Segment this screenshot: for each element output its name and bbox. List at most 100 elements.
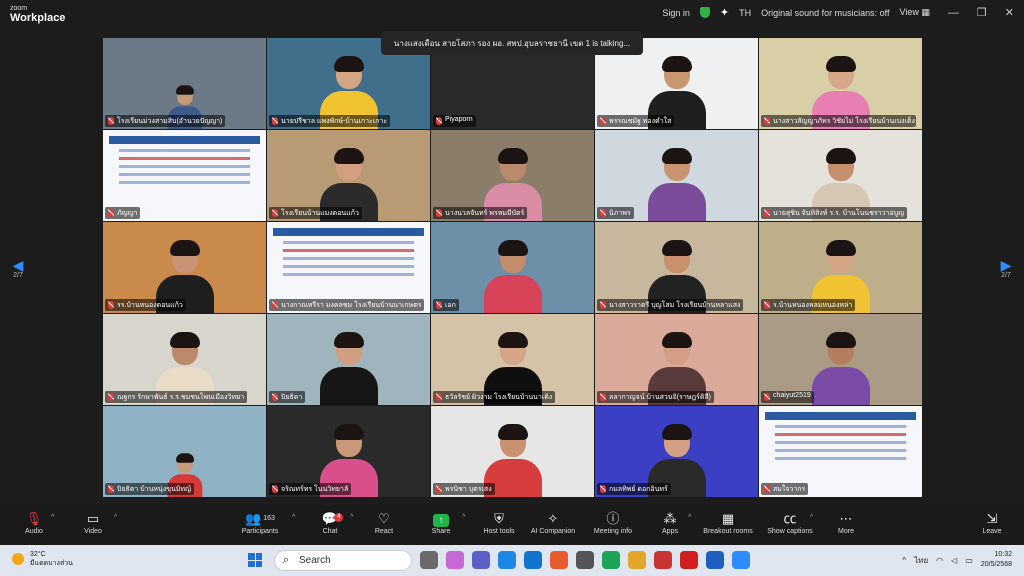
participants-options-caret[interactable]: ^ [292,514,295,521]
audio-button[interactable]: 🎙 Audio [2,510,66,535]
participant-name: นายปรีชาล แพงพักษ์-บ้านเกาะเกาะ [269,115,391,127]
participant-tile[interactable]: ปิยธิดา [267,314,430,405]
participant-name: รร.บ้านหนองดอนแก้ว [105,299,186,311]
store-icon[interactable] [524,551,542,569]
participant-tile[interactable]: นางสาวสัญญาภัทร วิชัยไม่ โรงเรียนบ้านเบง… [759,38,922,129]
participant-tile[interactable]: นางกาณหรีรา มงคลชม โรงเรียนบ้านนาเกษตร [267,222,430,313]
participant-tile[interactable]: ร.บ้านหนองหลมหนองหล่า [759,222,922,313]
security-shield-icon[interactable] [699,7,710,18]
mic-muted-icon [764,209,770,217]
participant-tile[interactable]: นางนวลจันทร์ พรหมมีบัตร์ [431,130,594,221]
react-button[interactable]: ♡ React [352,510,416,535]
acrobat-icon[interactable] [680,551,698,569]
teams-icon[interactable] [472,551,490,569]
participant-tile[interactable]: ปิยธิดา บ้านหนุ่งขุนมิทญ์ [103,406,266,497]
more-dots-icon: ⋯ [839,511,853,526]
apps-icon: ⁂ [663,511,677,526]
audio-options-caret[interactable]: ^ [51,514,54,521]
participant-tile[interactable]: นางสาวราตรี บุญโสม โรงเรียนบ้านหลาแสง [595,222,758,313]
participant-tile[interactable]: ลลากาญจน์ บ้านสวนจิ(ราษฎร์ดิลี) [595,314,758,405]
word-icon[interactable] [706,551,724,569]
participant-name: โรงเรียนบ้านแมงดอนแก้ว [269,207,362,219]
grid-view-icon: ▦ [921,7,930,17]
powerpoint-icon[interactable] [654,551,672,569]
battery-icon[interactable]: ▭ [965,556,973,565]
mic-muted-icon [764,485,770,493]
captions-options-caret[interactable]: ^ [810,514,813,521]
ai-sparkle-icon[interactable]: ✦ [720,6,729,19]
video-options-caret[interactable]: ^ [114,514,117,521]
participant-name: ณฐกร รักษาพันธ์ ร.ร.ชมชนโพนเมืองวิทยา [105,391,248,403]
participant-name: ธวัลรัชย์ ผิวงาม โรงเรียนบ้านนาเติง [433,391,556,403]
view-button[interactable]: View ▦ [900,7,930,18]
participant-name: chaiyut2519 [761,391,814,403]
participant-tile[interactable]: chaiyut2519 [759,314,922,405]
participants-button[interactable]: 👥 163 Participants [228,510,292,535]
participant-tile[interactable]: โรงเรียนบ้านแมงดอนแก้ว [267,130,430,221]
apps-options-caret[interactable]: ^ [688,514,691,521]
language-indicator[interactable]: TH [739,8,751,18]
participant-name: นิภาพร [597,207,634,219]
more-button[interactable]: ⋯ More [814,510,878,535]
participant-tile[interactable]: พรนิชา บุตรเสง [431,406,594,497]
participant-tile[interactable]: รร.บ้านหนองดอนแก้ว [103,222,266,313]
meeting-info-button[interactable]: ⓘ Meeting info [581,510,645,535]
zoom-icon[interactable] [732,551,750,569]
volume-icon[interactable]: ◁ [951,556,957,565]
apps-button[interactable]: ⁂ Apps [638,510,702,535]
weather-widget[interactable]: 32°C มีแดดบางส่วน [12,550,73,568]
participant-tile[interactable]: ภัญญา [103,130,266,221]
original-sound-status[interactable]: Original sound for musicians: off [761,8,889,18]
participant-tile[interactable]: นิภาพร [595,130,758,221]
partly-sunny-icon [12,553,24,565]
office-icon[interactable] [550,551,568,569]
windows-start-icon[interactable] [248,553,262,567]
taskbar-apps [420,551,750,569]
participant-tile[interactable]: นายสุชิน จันทิสิงห์ ร.ร. บ้านโนนชราวาอบู… [759,130,922,221]
participant-name: นางสาวสัญญาภัทร วิชัยไม่ โรงเรียนบ้านเบง… [761,115,916,127]
participant-tile[interactable]: เอก [431,222,594,313]
breakout-rooms-button[interactable]: ▦ Breakout rooms [696,510,760,535]
restore-icon[interactable]: ❐ [977,6,987,19]
mic-muted-icon [272,301,278,309]
app-icon[interactable] [576,551,594,569]
participant-tile[interactable]: กมลทิพย์ ดอกอินทร์ [595,406,758,497]
temperature: 32°C [29,551,46,558]
video-label: Video [84,528,102,535]
captions-label: Show captions [767,528,813,535]
wifi-icon[interactable]: ◠ [936,556,943,565]
close-icon[interactable]: ✕ [1005,6,1014,19]
mic-muted-icon [600,301,606,309]
participant-tile[interactable]: ณฐกร รักษาพันธ์ ร.ร.ชมชนโพนเมืองวิทยา [103,314,266,405]
copilot-icon[interactable] [446,551,464,569]
ai-companion-label: AI Companion [530,528,576,535]
leave-button[interactable]: ⇲ Leave [960,510,1024,535]
mic-muted-icon [436,117,442,125]
share-options-caret[interactable]: ^ [462,514,465,521]
input-language[interactable]: ไทย [914,554,928,567]
participant-tile[interactable]: สมใจวากร [759,406,922,497]
mic-muted-icon [272,209,278,217]
task-view-icon[interactable] [420,551,438,569]
leave-label: Leave [982,528,1002,535]
ai-companion-button[interactable]: ✧ AI Companion [521,510,585,535]
sign-in-button[interactable]: Sign in [662,8,690,18]
clock[interactable]: 10:32 20/5/2568 [981,550,1012,570]
chevron-up-icon[interactable]: ^ [902,556,906,565]
chrome-icon[interactable] [628,551,646,569]
participant-tile[interactable]: จริณทร์ทร โนนวิทยาลั [267,406,430,497]
date: 20/5/2568 [980,561,1012,568]
taskbar-search-input[interactable]: ⌕ Search [274,550,412,571]
participant-tile[interactable]: ธวัลรัชย์ ผิวงาม โรงเรียนบ้านนาเติง [431,314,594,405]
ai-companion-icon: ✧ [547,511,559,526]
participant-name: ลลากาญจน์ บ้านสวนจิ(ราษฎร์ดิลี) [597,391,714,403]
participant-video [647,148,706,221]
edge-icon[interactable] [498,551,516,569]
participant-tile[interactable]: โรงเรียนม่วงสามสิบ(อำนวยปัญญา) [103,38,266,129]
participant-name: กมลทิพย์ ดอกอินทร์ [597,483,671,495]
prev-page-button[interactable]: ◀ 2/7 [8,258,28,279]
participant-name: สมใจวากร [761,483,809,495]
minimize-icon[interactable]: — [948,7,959,19]
next-page-button[interactable]: ▶ 2/7 [996,258,1016,279]
line-icon[interactable] [602,551,620,569]
